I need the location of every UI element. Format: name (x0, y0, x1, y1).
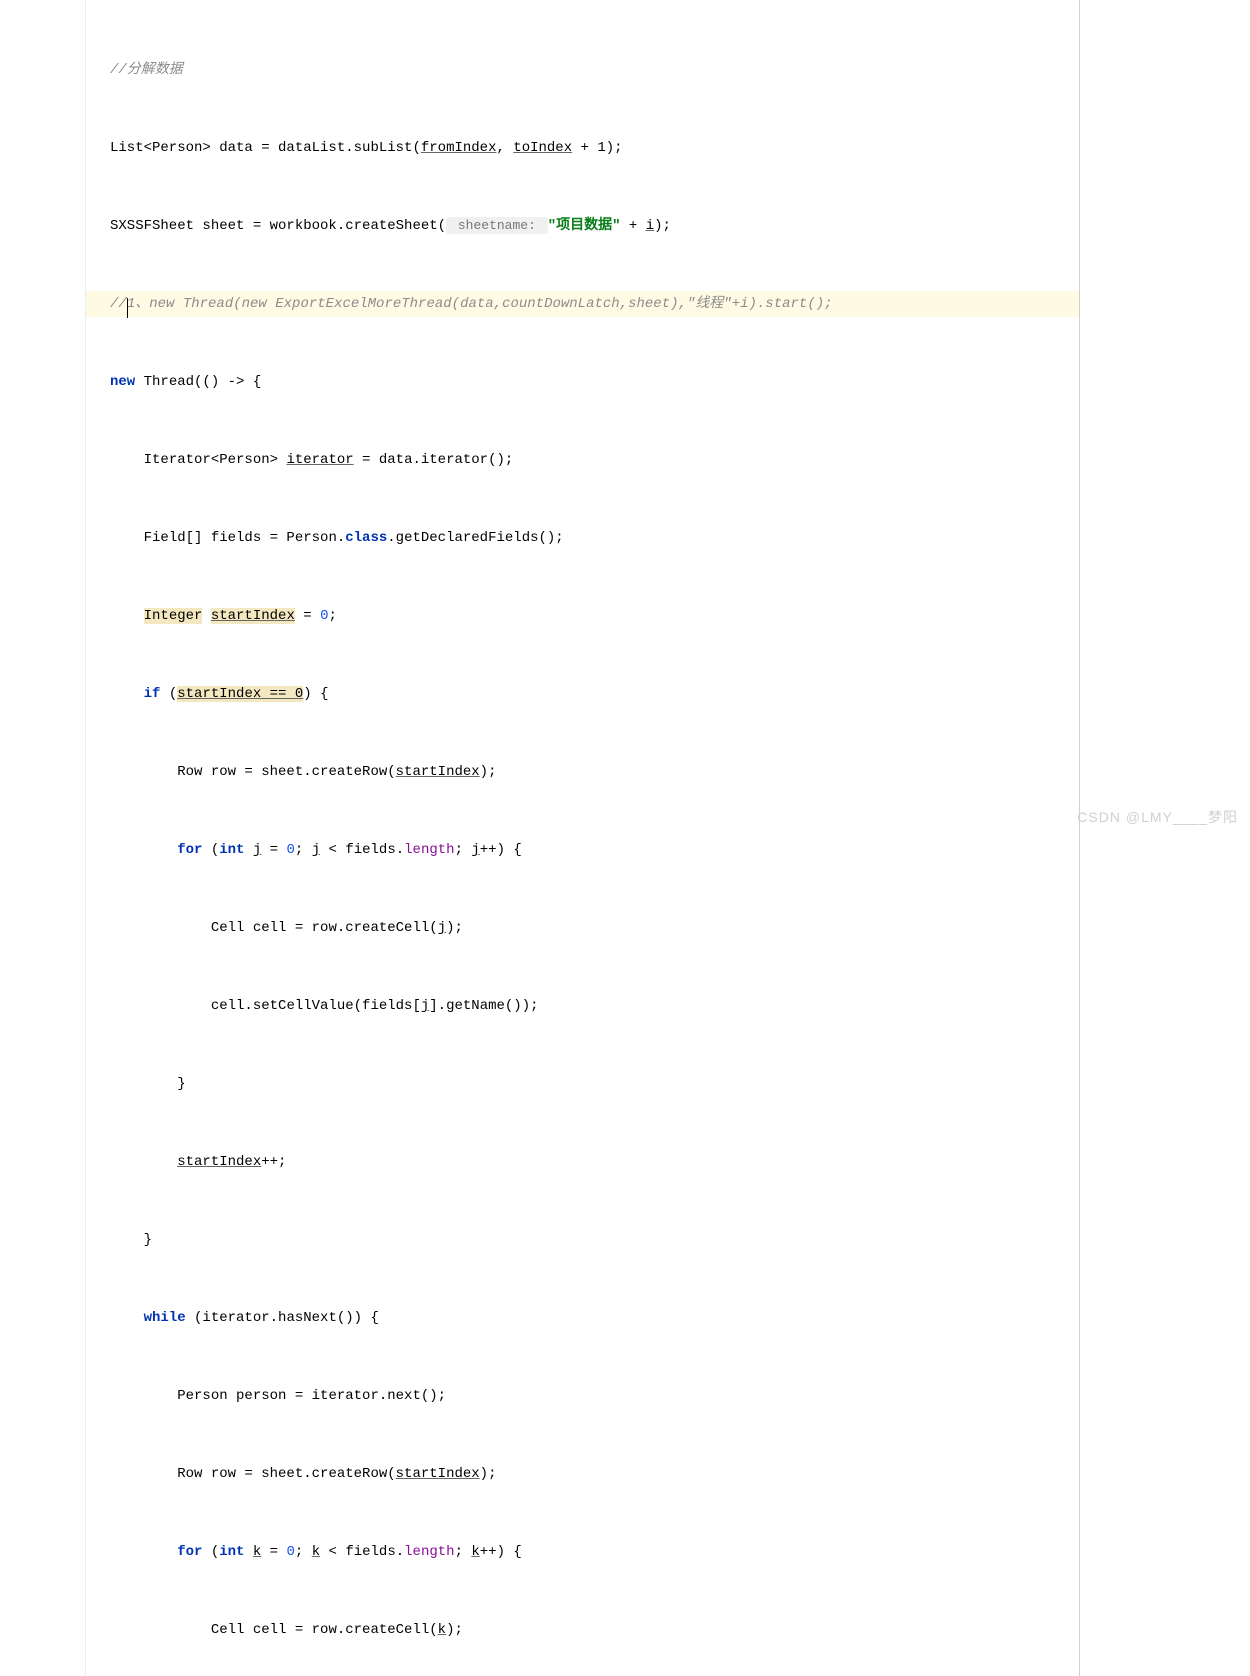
code-area[interactable]: //分解数据 List<Person> data = dataList.subL… (86, 0, 1080, 1676)
code-line: Cell cell = row.createCell(j); (110, 915, 1079, 941)
caret-icon (127, 298, 128, 318)
code-line: Integer startIndex = 0; (110, 603, 1079, 629)
code-line: for (int j = 0; j < fields.length; j++) … (110, 837, 1079, 863)
code-line: } (110, 1227, 1079, 1253)
watermark: CSDN @LMY____梦阳 (1077, 804, 1238, 830)
code-line: for (int k = 0; k < fields.length; k++) … (110, 1539, 1079, 1565)
code-line: Cell cell = row.createCell(k); (110, 1617, 1079, 1643)
code-line: Row row = sheet.createRow(startIndex); (110, 759, 1079, 785)
code-line: //分解数据 (110, 57, 1079, 83)
code-line: SXSSFSheet sheet = workbook.createSheet(… (110, 213, 1079, 239)
code-line: cell.setCellValue(fields[j].getName()); (110, 993, 1079, 1019)
code-line: Field[] fields = Person.class.getDeclare… (110, 525, 1079, 551)
code-line: Iterator<Person> iterator = data.iterato… (110, 447, 1079, 473)
code-line: while (iterator.hasNext()) { (110, 1305, 1079, 1331)
code-line-active: //1、new Thread(new ExportExcelMoreThread… (86, 291, 1079, 317)
code-line: if (startIndex == 0) { (110, 681, 1079, 707)
code-line: new Thread(() -> { (110, 369, 1079, 395)
code-line: startIndex++; (110, 1149, 1079, 1175)
code-line: Row row = sheet.createRow(startIndex); (110, 1461, 1079, 1487)
code-editor[interactable]: //分解数据 List<Person> data = dataList.subL… (0, 0, 1250, 1676)
code-line: } (110, 1071, 1079, 1097)
gutter (0, 0, 86, 1676)
code-line: List<Person> data = dataList.subList(fro… (110, 135, 1079, 161)
code-line: Person person = iterator.next(); (110, 1383, 1079, 1409)
